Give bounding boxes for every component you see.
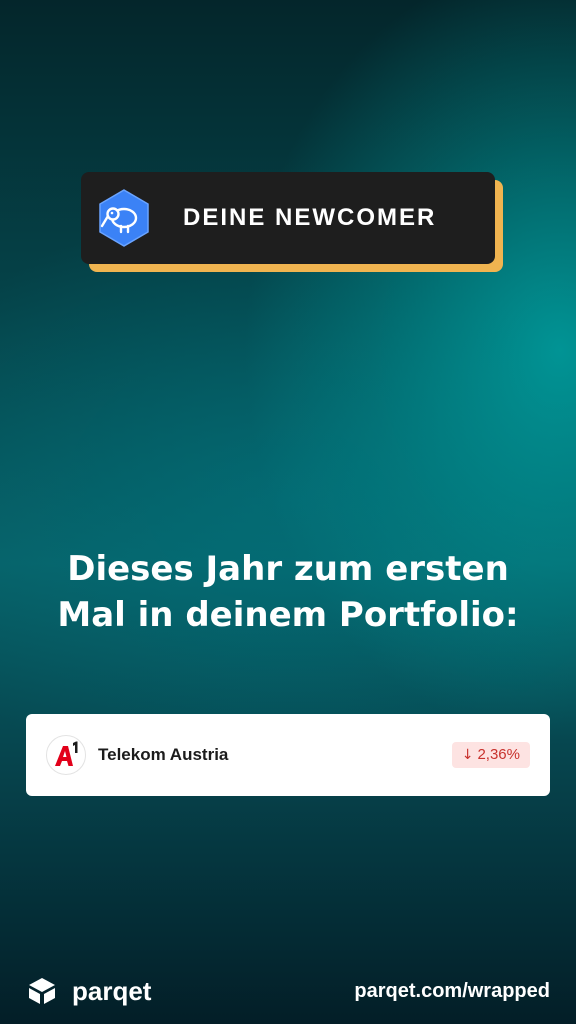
brand-name: parqet — [72, 976, 152, 1006]
performance-badge: ↓ 2,36% — [451, 742, 530, 768]
badge-body: DEINE NEWCOMER — [81, 172, 495, 264]
kiwi-bird-icon — [94, 188, 154, 248]
wrapped-url-link[interactable]: parqet.com/wrapped — [354, 974, 550, 1008]
newcomer-badge: DEINE NEWCOMER — [81, 172, 503, 272]
headline-line-2: Mal in deinem Portfolio: — [57, 595, 519, 635]
headline: Dieses Jahr zum ersten Mal in deinem Por… — [0, 546, 576, 638]
parqet-logo-icon — [29, 978, 55, 1004]
newcomer-card[interactable]: Telekom Austria ↓ 2,36% — [26, 714, 550, 796]
stock-name: Telekom Austria — [98, 745, 229, 764]
performance-value: 2,36% — [477, 746, 520, 763]
arrow-down-icon: ↓ — [461, 747, 474, 763]
page-title: DEINE NEWCOMER — [183, 204, 437, 231]
headline-line-1: Dieses Jahr zum ersten — [67, 549, 509, 589]
a1-logo — [46, 735, 86, 775]
brand-logo[interactable]: parqet — [24, 974, 151, 1008]
